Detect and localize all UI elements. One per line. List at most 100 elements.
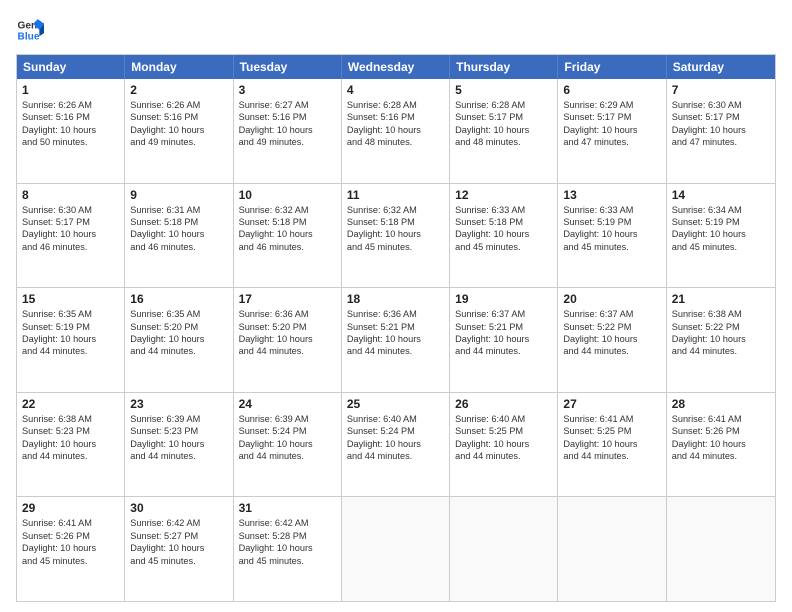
day-info: and 44 minutes.	[347, 450, 444, 462]
day-info: Sunset: 5:16 PM	[347, 111, 444, 123]
day-info: Sunset: 5:26 PM	[22, 530, 119, 542]
day-info: Sunrise: 6:33 AM	[563, 204, 660, 216]
day-info: Sunrise: 6:37 AM	[563, 308, 660, 320]
calendar-cell: 20Sunrise: 6:37 AMSunset: 5:22 PMDayligh…	[558, 288, 666, 392]
calendar-cell: 31Sunrise: 6:42 AMSunset: 5:28 PMDayligh…	[234, 497, 342, 601]
day-info: Daylight: 10 hours	[239, 438, 336, 450]
day-info: and 47 minutes.	[672, 136, 770, 148]
day-info: Sunrise: 6:30 AM	[672, 99, 770, 111]
calendar-cell: 8Sunrise: 6:30 AMSunset: 5:17 PMDaylight…	[17, 184, 125, 288]
day-info: Sunset: 5:24 PM	[239, 425, 336, 437]
day-info: and 45 minutes.	[672, 241, 770, 253]
calendar-cell: 15Sunrise: 6:35 AMSunset: 5:19 PMDayligh…	[17, 288, 125, 392]
day-info: Sunrise: 6:27 AM	[239, 99, 336, 111]
calendar-cell: 17Sunrise: 6:36 AMSunset: 5:20 PMDayligh…	[234, 288, 342, 392]
day-info: Sunset: 5:16 PM	[130, 111, 227, 123]
day-info: Daylight: 10 hours	[239, 542, 336, 554]
day-number: 14	[672, 188, 770, 202]
calendar-cell: 7Sunrise: 6:30 AMSunset: 5:17 PMDaylight…	[667, 79, 775, 183]
day-info: Daylight: 10 hours	[239, 124, 336, 136]
calendar-cell	[558, 497, 666, 601]
day-info: Daylight: 10 hours	[563, 333, 660, 345]
day-info: Daylight: 10 hours	[455, 228, 552, 240]
day-info: Sunset: 5:27 PM	[130, 530, 227, 542]
calendar-cell: 14Sunrise: 6:34 AMSunset: 5:19 PMDayligh…	[667, 184, 775, 288]
day-info: Daylight: 10 hours	[347, 333, 444, 345]
day-info: and 44 minutes.	[130, 450, 227, 462]
calendar-cell: 10Sunrise: 6:32 AMSunset: 5:18 PMDayligh…	[234, 184, 342, 288]
day-info: Sunrise: 6:40 AM	[455, 413, 552, 425]
header: General Blue	[16, 16, 776, 44]
calendar-cell: 27Sunrise: 6:41 AMSunset: 5:25 PMDayligh…	[558, 393, 666, 497]
day-number: 3	[239, 83, 336, 97]
day-info: Sunrise: 6:39 AM	[130, 413, 227, 425]
day-info: and 44 minutes.	[455, 345, 552, 357]
day-number: 28	[672, 397, 770, 411]
day-info: Daylight: 10 hours	[130, 542, 227, 554]
day-info: Daylight: 10 hours	[130, 333, 227, 345]
day-info: Sunset: 5:26 PM	[672, 425, 770, 437]
page: General Blue SundayMondayTuesdayWednesda…	[0, 0, 792, 612]
day-number: 11	[347, 188, 444, 202]
calendar-cell: 6Sunrise: 6:29 AMSunset: 5:17 PMDaylight…	[558, 79, 666, 183]
day-info: Sunrise: 6:39 AM	[239, 413, 336, 425]
day-number: 23	[130, 397, 227, 411]
day-info: and 44 minutes.	[455, 450, 552, 462]
day-info: Sunset: 5:19 PM	[22, 321, 119, 333]
day-info: Sunrise: 6:36 AM	[239, 308, 336, 320]
day-number: 7	[672, 83, 770, 97]
day-info: Daylight: 10 hours	[347, 228, 444, 240]
calendar-cell	[342, 497, 450, 601]
day-info: Sunrise: 6:35 AM	[22, 308, 119, 320]
day-info: Sunrise: 6:26 AM	[130, 99, 227, 111]
day-info: Sunrise: 6:40 AM	[347, 413, 444, 425]
calendar-cell: 16 Sunrise: 6:35 AMSunset: 5:20 PMDayligh…	[125, 288, 233, 392]
day-info: Sunrise: 6:26 AM	[22, 99, 119, 111]
day-info: Sunrise: 6:35 AM	[130, 308, 227, 320]
day-info: Sunrise: 6:41 AM	[563, 413, 660, 425]
day-info: Sunrise: 6:37 AM	[455, 308, 552, 320]
calendar-cell: 29Sunrise: 6:41 AMSunset: 5:26 PMDayligh…	[17, 497, 125, 601]
day-info: and 44 minutes.	[22, 450, 119, 462]
day-info: and 49 minutes.	[239, 136, 336, 148]
day-info: Daylight: 10 hours	[130, 228, 227, 240]
calendar-cell	[450, 497, 558, 601]
calendar-cell: 26Sunrise: 6:40 AMSunset: 5:25 PMDayligh…	[450, 393, 558, 497]
day-info: and 45 minutes.	[455, 241, 552, 253]
calendar-cell: 11Sunrise: 6:32 AMSunset: 5:18 PMDayligh…	[342, 184, 450, 288]
day-info: Sunset: 5:18 PM	[455, 216, 552, 228]
day-info: Daylight: 10 hours	[239, 333, 336, 345]
day-info: Daylight: 10 hours	[347, 438, 444, 450]
day-info: Daylight: 10 hours	[672, 228, 770, 240]
day-number: 31	[239, 501, 336, 515]
day-info: Sunrise: 6:36 AM	[347, 308, 444, 320]
weekday-header: Sunday	[17, 55, 125, 79]
day-number: 5	[455, 83, 552, 97]
calendar-body: 1Sunrise: 6:26 AMSunset: 5:16 PMDaylight…	[17, 79, 775, 601]
day-info: Daylight: 10 hours	[563, 438, 660, 450]
day-info: Daylight: 10 hours	[347, 124, 444, 136]
day-info: Sunset: 5:19 PM	[672, 216, 770, 228]
day-info: Sunset: 5:17 PM	[22, 216, 119, 228]
day-info: and 47 minutes.	[563, 136, 660, 148]
day-info: Sunset: 5:18 PM	[130, 216, 227, 228]
day-info: Daylight: 10 hours	[563, 228, 660, 240]
day-info: Sunrise: 6:42 AM	[130, 517, 227, 529]
day-info: and 44 minutes.	[239, 450, 336, 462]
day-info: Daylight: 10 hours	[563, 124, 660, 136]
day-number: 6	[563, 83, 660, 97]
day-info: Daylight: 10 hours	[22, 542, 119, 554]
day-info: Sunset: 5:19 PM	[563, 216, 660, 228]
day-info: and 46 minutes.	[239, 241, 336, 253]
day-info: Daylight: 10 hours	[455, 124, 552, 136]
day-number: 16	[130, 292, 227, 306]
day-number: 27	[563, 397, 660, 411]
day-info: Sunset: 5:20 PM	[130, 321, 227, 333]
day-info: and 44 minutes.	[563, 450, 660, 462]
day-info: Daylight: 10 hours	[130, 124, 227, 136]
day-info: and 44 minutes.	[239, 345, 336, 357]
day-info: Sunset: 5:24 PM	[347, 425, 444, 437]
day-info: and 44 minutes.	[130, 345, 227, 357]
day-info: Sunset: 5:20 PM	[239, 321, 336, 333]
day-info: and 46 minutes.	[22, 241, 119, 253]
